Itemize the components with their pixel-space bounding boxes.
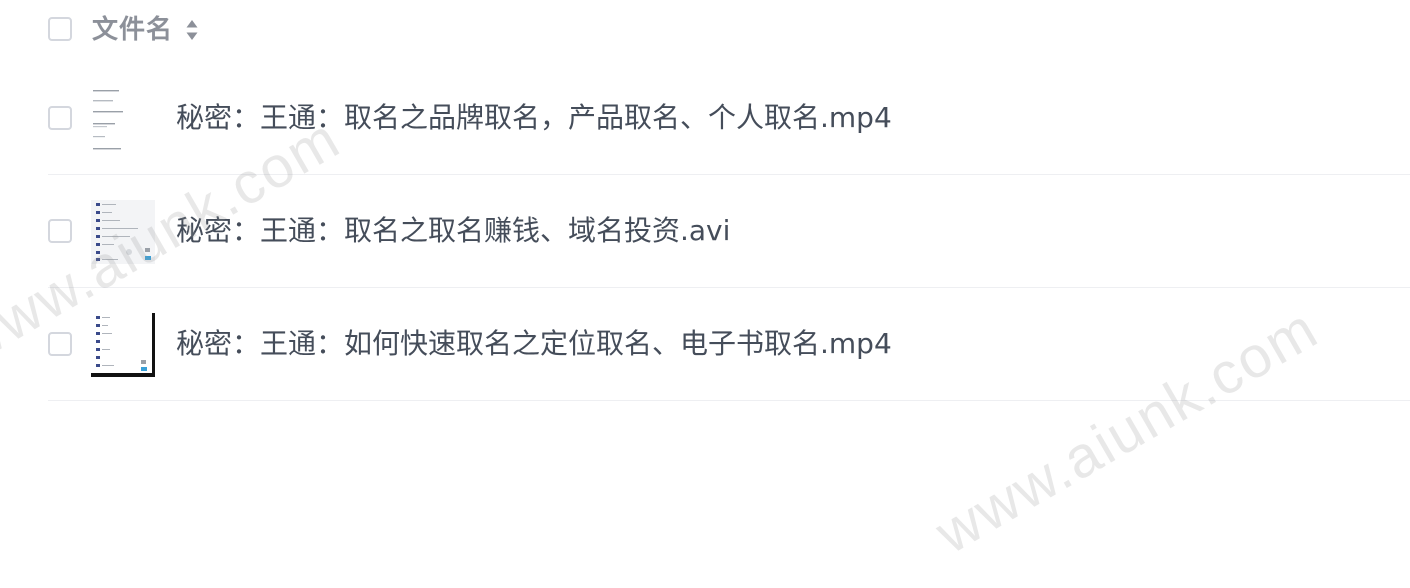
file-row-checkbox[interactable] xyxy=(48,106,72,130)
filename-column-header[interactable]: 文件名 xyxy=(92,13,173,47)
file-list-thumbnail xyxy=(91,200,155,264)
text-document-thumbnail xyxy=(91,87,155,151)
file-row[interactable]: 秘密：王通：如何快速取名之定位取名、电子书取名.mp4 xyxy=(48,288,1410,401)
file-list-header: 文件名 xyxy=(48,0,1410,62)
sort-updown-icon[interactable] xyxy=(185,17,199,43)
file-list-thumbnail-dark xyxy=(91,313,155,377)
file-list: 文件名 秘密：王通：取名之品牌取名，产品取名、个人取名.mp4 秘密：王通：取名… xyxy=(48,0,1410,401)
file-name[interactable]: 秘密：王通：取名之品牌取名，产品取名、个人取名.mp4 xyxy=(176,100,892,136)
select-all-checkbox[interactable] xyxy=(48,17,72,41)
file-row[interactable]: 秘密：王通：取名之品牌取名，产品取名、个人取名.mp4 xyxy=(48,62,1410,175)
file-row[interactable]: 秘密：王通：取名之取名赚钱、域名投资.avi xyxy=(48,175,1410,288)
file-row-checkbox[interactable] xyxy=(48,219,72,243)
file-name[interactable]: 秘密：王通：取名之取名赚钱、域名投资.avi xyxy=(176,213,730,249)
file-row-checkbox[interactable] xyxy=(48,332,72,356)
file-name[interactable]: 秘密：王通：如何快速取名之定位取名、电子书取名.mp4 xyxy=(176,326,892,362)
